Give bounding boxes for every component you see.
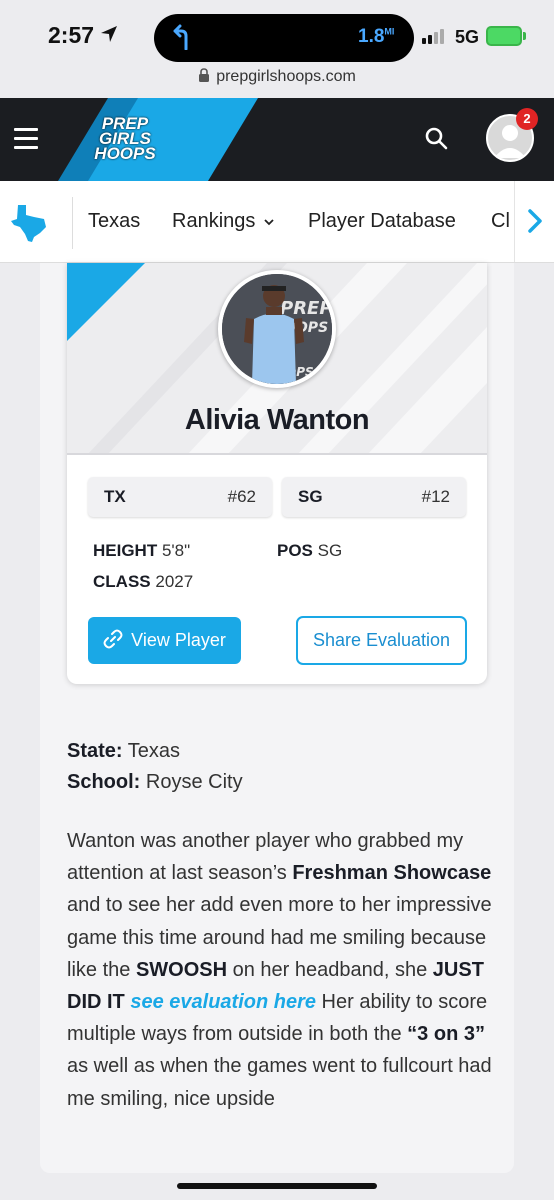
url-text: prepgirlshoops.com	[216, 68, 356, 85]
texas-map-icon[interactable]	[10, 203, 50, 243]
home-indicator[interactable]	[177, 1183, 377, 1189]
player-photo-image: PREP OOPS OPS	[222, 274, 332, 384]
class-stat: CLASS 2027	[93, 572, 194, 591]
school-info: School: Royse City	[67, 771, 243, 793]
chevron-down-icon	[264, 219, 275, 226]
signal-icon	[422, 29, 444, 44]
clock: 2:57	[48, 22, 95, 48]
player-card-header: PREP OOPS OPS Alivia Wanton	[67, 263, 487, 455]
player-photo[interactable]: PREP OOPS OPS	[218, 270, 336, 388]
nav-player-database[interactable]: Player Database	[308, 210, 456, 233]
nav-rankings[interactable]: Rankings	[172, 210, 275, 233]
state-rank-value: #62	[227, 487, 256, 506]
nav-divider	[72, 197, 73, 249]
state-info: State: Texas	[67, 740, 181, 762]
state-rank-pill: TX #62	[88, 477, 272, 517]
state-rank-label: TX	[104, 487, 126, 506]
location-arrow-icon	[101, 26, 117, 42]
position-rank-label: SG	[298, 487, 323, 506]
position-rank-pill: SG #12	[282, 477, 466, 517]
battery-icon	[486, 26, 522, 46]
article-container: PREP OOPS OPS Alivia Wanton TX #62 SG #1…	[40, 263, 514, 1173]
site-logo[interactable]: PREP GIRLS HOOPS	[80, 115, 170, 162]
state-nav: Texas Rankings Player Database Cl	[0, 181, 554, 263]
battery-tip	[523, 32, 526, 40]
nav-scroll-right[interactable]	[514, 181, 554, 262]
search-icon[interactable]	[424, 126, 448, 150]
nav-texas[interactable]: Texas	[88, 210, 140, 233]
position-rank-value: #12	[421, 487, 450, 506]
article-body: Wanton was another player who grabbed my…	[67, 830, 492, 1110]
evaluation-link[interactable]: see evaluation here	[130, 991, 316, 1013]
player-name: Alivia Wanton	[184, 404, 370, 436]
share-evaluation-button[interactable]: Share Evaluation	[296, 616, 467, 665]
player-card: PREP OOPS OPS Alivia Wanton TX #62 SG #1…	[67, 263, 487, 684]
site-header: PREP GIRLS HOOPS	[0, 98, 554, 181]
navigation-distance: 1.8MI	[358, 26, 395, 47]
url-bar[interactable]: prepgirlshoops.com	[0, 64, 554, 98]
position-stat: POS SG	[277, 541, 343, 560]
lock-icon	[199, 68, 210, 82]
nav-cl[interactable]: Cl	[491, 210, 510, 233]
turn-left-arrow-icon	[173, 24, 188, 50]
height-stat: HEIGHT 5'8"	[93, 541, 191, 560]
view-player-button[interactable]: View Player	[88, 617, 241, 664]
link-icon	[103, 629, 123, 649]
menu-icon[interactable]	[14, 128, 38, 149]
network-type: 5G	[455, 27, 480, 47]
svg-text:PREP: PREP	[280, 298, 332, 319]
chevron-right-icon	[528, 209, 542, 233]
status-bar: 2:57 1.8MI 5G	[0, 0, 554, 64]
notification-badge[interactable]: 2	[516, 108, 538, 130]
